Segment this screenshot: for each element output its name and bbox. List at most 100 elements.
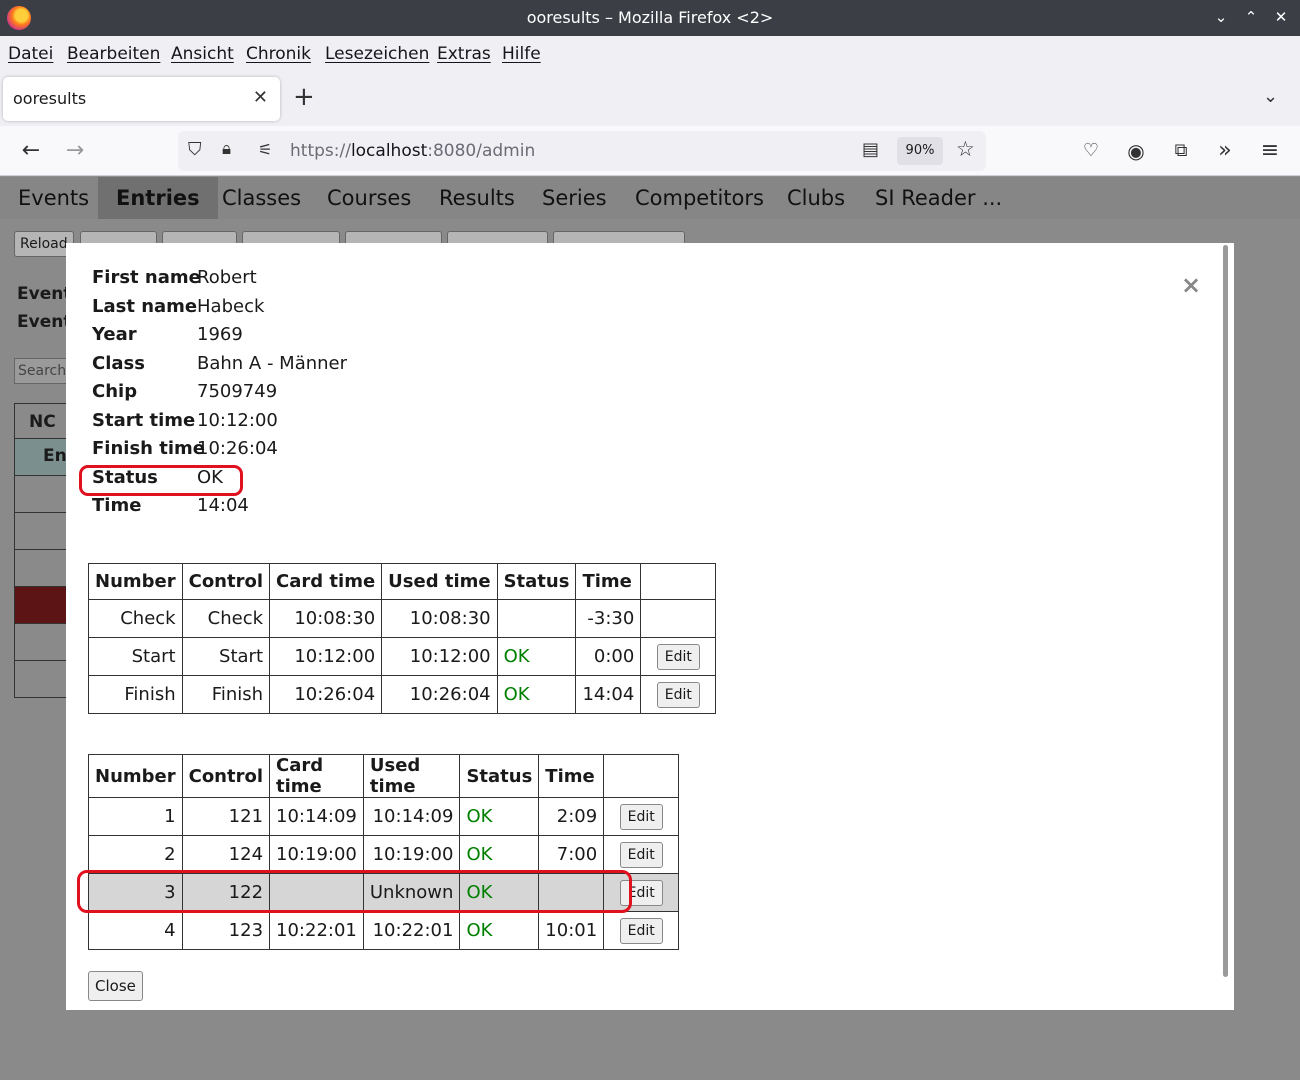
menu-lesezeichen[interactable]: Lesezeichen bbox=[325, 44, 429, 64]
cell-control: Finish bbox=[181, 675, 271, 714]
zoom-indicator[interactable]: 90% bbox=[897, 137, 943, 165]
cell-number: Finish bbox=[88, 675, 183, 714]
maximize-icon[interactable]: ⌃ bbox=[1240, 6, 1262, 28]
shield-icon[interactable]: ⛉ bbox=[188, 139, 202, 160]
scrollbar-thumb[interactable] bbox=[1223, 245, 1228, 977]
entries-table: NC Ent bbox=[14, 403, 75, 698]
detail-label: Start time bbox=[92, 409, 196, 431]
punch-table-special: Number Control Card time Used time Statu… bbox=[88, 563, 717, 714]
col-status: Status bbox=[496, 563, 577, 600]
menu-datei[interactable]: Datei bbox=[8, 44, 53, 64]
cell-card-time: 10:12:00 bbox=[269, 637, 383, 676]
detail-row-year: Year 1969 bbox=[92, 324, 347, 353]
menu-extras[interactable]: Extras bbox=[437, 44, 491, 64]
menu-bar: Datei Bearbeiten Ansicht Chronik Lesezei… bbox=[0, 36, 1300, 72]
table-row: 4 123 10:22:01 10:22:01 OK 10:01 Edit bbox=[88, 911, 680, 950]
nav-clubs[interactable]: Clubs bbox=[769, 177, 863, 219]
reader-view-icon[interactable]: ▤ bbox=[862, 139, 879, 160]
cell-status: OK bbox=[459, 797, 540, 836]
cell-time: 0:00 bbox=[575, 637, 642, 676]
site-permissions-icon[interactable]: ⚟ bbox=[258, 140, 272, 159]
edit-button[interactable]: Edit bbox=[619, 841, 663, 868]
cell-used-time: 10:12:00 bbox=[381, 637, 498, 676]
table-header-row: Number Control Card time Used time Statu… bbox=[88, 563, 717, 600]
detail-row-time: Time 14:04 bbox=[92, 495, 347, 524]
modal-scrollbar[interactable] bbox=[1221, 245, 1230, 1005]
account-icon[interactable]: ◉ bbox=[1121, 136, 1151, 166]
nav-si-reader[interactable]: SI Reader ... bbox=[857, 177, 1020, 219]
search-input[interactable]: Search bbox=[14, 358, 74, 384]
menu-bearbeiten[interactable]: Bearbeiten bbox=[67, 44, 160, 64]
cell-used-time: 10:26:04 bbox=[381, 675, 498, 714]
pocket-icon[interactable]: ♡ bbox=[1076, 136, 1106, 166]
nav-events[interactable]: Events bbox=[0, 177, 107, 219]
cell-time: -3:30 bbox=[575, 599, 642, 638]
close-button[interactable]: Close bbox=[88, 971, 143, 1001]
cell-actions bbox=[640, 599, 717, 638]
cell-status bbox=[496, 599, 577, 638]
new-tab-icon[interactable]: + bbox=[293, 82, 315, 112]
table-row-check: Check Check 10:08:30 10:08:30 -3:30 bbox=[88, 599, 717, 638]
minimize-icon[interactable]: ⌄ bbox=[1210, 6, 1232, 28]
detail-label: Class bbox=[92, 352, 145, 374]
cell-actions: Edit bbox=[640, 675, 717, 714]
menu-chronik[interactable]: Chronik bbox=[246, 44, 311, 64]
reload-button[interactable]: Reload bbox=[14, 231, 74, 257]
table-row: 2 124 10:19:00 10:19:00 OK 7:00 Edit bbox=[88, 835, 680, 874]
forward-icon[interactable]: → bbox=[60, 136, 90, 166]
cell-card-time: 10:19:00 bbox=[269, 835, 364, 874]
cell-used-time: 10:22:01 bbox=[362, 911, 461, 950]
detail-row-last-name: Last nameHabeck bbox=[92, 296, 347, 325]
col-used-time: Used time bbox=[362, 754, 461, 798]
cell-time: 14:04 bbox=[575, 675, 642, 714]
overflow-chevron-icon[interactable]: » bbox=[1210, 136, 1240, 166]
col-actions bbox=[640, 563, 717, 600]
close-tab-icon[interactable]: ✕ bbox=[253, 87, 268, 108]
nav-classes[interactable]: Classes bbox=[204, 177, 319, 219]
cell-control: Check bbox=[181, 599, 271, 638]
close-window-icon[interactable]: ✕ bbox=[1270, 6, 1292, 28]
col-number: Number bbox=[88, 563, 183, 600]
url-text[interactable]: https://localhost:8080/admin bbox=[290, 141, 535, 161]
col-card-time: Card time bbox=[269, 754, 364, 798]
cell-control: 123 bbox=[181, 911, 271, 950]
cell-used-time: 10:14:09 bbox=[362, 797, 461, 836]
cell-control: 121 bbox=[181, 797, 271, 836]
nav-courses[interactable]: Courses bbox=[309, 177, 429, 219]
hamburger-menu-icon[interactable]: ≡ bbox=[1255, 136, 1285, 166]
browser-tab[interactable]: ooresults ✕ bbox=[3, 77, 280, 121]
detail-value: 10:12:00 bbox=[197, 409, 278, 431]
url-rest: :8080/admin bbox=[427, 141, 536, 161]
cell-time: 7:00 bbox=[538, 835, 605, 874]
cell-used-time: 10:19:00 bbox=[362, 835, 461, 874]
cell-status: OK bbox=[496, 637, 577, 676]
table-row-start: Start Start 10:12:00 10:12:00 OK 0:00 Ed… bbox=[88, 637, 717, 676]
col-control: Control bbox=[181, 754, 271, 798]
back-icon[interactable]: ← bbox=[16, 136, 46, 166]
cell-number: Check bbox=[88, 599, 183, 638]
nav-series[interactable]: Series bbox=[524, 177, 625, 219]
detail-value: Bahn A - Männer bbox=[197, 352, 348, 374]
nav-competitors[interactable]: Competitors bbox=[617, 177, 782, 219]
detail-label: Finish time bbox=[92, 438, 205, 459]
bookmark-star-icon[interactable]: ☆ bbox=[956, 137, 975, 161]
edit-button[interactable]: Edit bbox=[619, 803, 663, 830]
event-label-2: Event bbox=[17, 312, 72, 332]
menu-hilfe[interactable]: Hilfe bbox=[502, 44, 541, 64]
edit-button[interactable]: Edit bbox=[656, 643, 700, 670]
detail-value: 14:04 bbox=[197, 495, 249, 516]
nav-results[interactable]: Results bbox=[421, 177, 533, 219]
extensions-icon[interactable]: ⧉ bbox=[1166, 136, 1196, 166]
tab-list-chevron-icon[interactable]: ⌄ bbox=[1263, 86, 1278, 107]
close-modal-icon[interactable]: × bbox=[1181, 271, 1201, 299]
edit-button[interactable]: Edit bbox=[619, 917, 663, 944]
url-bar[interactable]: ⛉ 🔒︎ ⚟ https://localhost:8080/admin ▤ 90… bbox=[178, 131, 986, 171]
cell-number: 2 bbox=[88, 835, 183, 874]
lock-icon[interactable]: 🔒︎ bbox=[222, 139, 231, 159]
detail-value: 7509749 bbox=[197, 381, 278, 402]
window-titlebar: ooresults – Mozilla Firefox <2> ⌄ ⌃ ✕ bbox=[0, 0, 1300, 36]
menu-ansicht[interactable]: Ansicht bbox=[171, 44, 234, 64]
edit-button[interactable]: Edit bbox=[656, 681, 700, 708]
table-header-row: Number Control Card time Used time Statu… bbox=[88, 754, 680, 798]
nav-entries[interactable]: Entries bbox=[98, 177, 218, 219]
